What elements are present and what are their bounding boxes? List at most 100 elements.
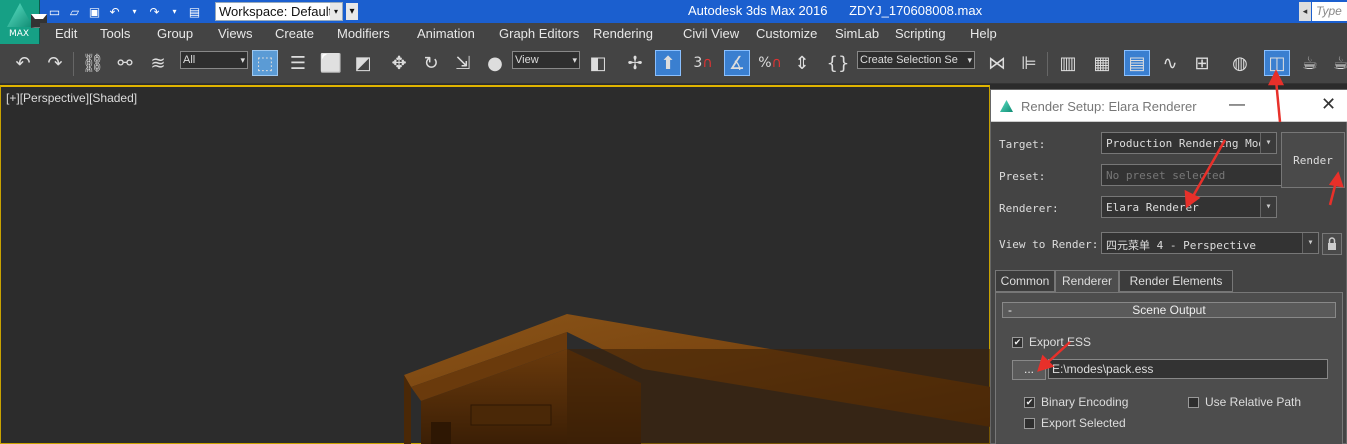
lock-icon <box>1328 237 1336 250</box>
curve-editor-icon[interactable]: ∿ <box>1157 50 1183 76</box>
menu-edit[interactable]: Edit <box>55 26 77 41</box>
info-center-arrow-icon[interactable]: ◂ <box>1299 2 1311 21</box>
render-production-icon[interactable]: ☕ <box>1328 50 1347 76</box>
rectangular-selection-icon[interactable]: ⬜ <box>318 50 344 76</box>
select-manipulate-icon[interactable]: ✢ <box>622 50 648 76</box>
target-label: Target: <box>999 138 1046 151</box>
browse-button[interactable]: ... <box>1012 360 1046 380</box>
select-and-scale-icon[interactable]: ⇲ <box>450 50 476 76</box>
export-ess-option[interactable]: ✔ Export ESS <box>1012 335 1091 349</box>
use-relative-path-option[interactable]: Use Relative Path <box>1188 395 1301 409</box>
lock-view-button[interactable] <box>1322 233 1342 255</box>
reference-coordinate-dropdown[interactable]: View ▾ <box>512 51 580 69</box>
workspace-label: Workspace: Default <box>219 4 333 19</box>
separator <box>73 52 74 76</box>
tab-render-elements[interactable]: Render Elements <box>1119 270 1233 292</box>
wooden-table-model[interactable] <box>1 87 991 444</box>
layer-explorer-icon[interactable]: ▥ <box>1055 50 1081 76</box>
use-relative-path-label: Use Relative Path <box>1205 395 1302 409</box>
rollout-toggle[interactable]: - <box>1008 303 1012 317</box>
named-selection-dropdown[interactable]: Create Selection Se ▾ <box>857 51 975 69</box>
undo-icon[interactable]: ↶ <box>106 3 123 20</box>
select-object-icon[interactable]: ⬚ <box>252 50 278 76</box>
select-and-rotate-icon[interactable]: ↻ <box>418 50 444 76</box>
menu-help[interactable]: Help <box>970 26 997 41</box>
place-object-icon[interactable]: ● <box>482 50 508 76</box>
rendered-frame-window-icon[interactable]: ☕ <box>1297 50 1323 76</box>
file-name: ZDYJ_170608008.max <box>849 3 983 18</box>
save-icon[interactable]: ▣ <box>86 3 103 20</box>
minimize-icon[interactable]: — <box>1229 96 1245 114</box>
export-selected-option[interactable]: Export Selected <box>1024 416 1126 430</box>
snaps-toggle-icon[interactable]: 3 ∩ <box>690 50 716 76</box>
preset-dropdown[interactable]: No preset selected ▾ <box>1101 164 1301 186</box>
spinner-snap-icon[interactable]: ⇕ <box>789 50 815 76</box>
workspace-dropdown[interactable]: Workspace: Default ▾ <box>215 2 343 21</box>
unlink-selection-icon[interactable]: ⚯ <box>112 50 138 76</box>
render-setup-icon[interactable]: ◫ <box>1264 50 1290 76</box>
new-file-icon[interactable]: ▭ <box>46 3 63 20</box>
named-selection-value: Create Selection Se <box>860 54 958 66</box>
bind-to-space-warp-icon[interactable]: ≋ <box>145 50 171 76</box>
export-path-field[interactable]: E:\modes\pack.ess <box>1048 359 1328 379</box>
menu-civil-view[interactable]: Civil View <box>683 26 739 41</box>
render-button[interactable]: Render <box>1281 132 1345 188</box>
material-editor-icon[interactable]: ◍ <box>1227 50 1253 76</box>
close-icon[interactable]: ✕ <box>1321 94 1336 115</box>
selection-filter-dropdown[interactable]: All ▾ <box>180 51 248 69</box>
binary-encoding-option[interactable]: ✔ Binary Encoding <box>1024 395 1128 409</box>
search-input[interactable]: Type a <box>1312 2 1347 37</box>
chevron-down-icon: ▾ <box>1260 197 1276 217</box>
keyboard-shortcut-override-icon[interactable]: ⬆ <box>655 50 681 76</box>
export-selected-checkbox[interactable] <box>1024 417 1035 429</box>
menu-rendering[interactable]: Rendering <box>593 26 653 41</box>
menu-animation[interactable]: Animation <box>417 26 475 41</box>
menu-scripting[interactable]: Scripting <box>895 26 946 41</box>
menu-group[interactable]: Group <box>157 26 193 41</box>
logo-text: MAX <box>9 29 30 39</box>
menu-tools[interactable]: Tools <box>100 26 130 41</box>
tab-renderer[interactable]: Renderer <box>1055 270 1119 293</box>
schematic-view-icon[interactable]: ⊞ <box>1189 50 1215 76</box>
app-menu-button[interactable]: MAX <box>0 0 47 44</box>
window-title: Autodesk 3ds Max 2016 ZDYJ_170608008.max <box>688 3 1000 18</box>
undo-icon[interactable]: ↶ <box>10 50 36 76</box>
view-to-render-dropdown[interactable]: 四元菜单 4 - Perspective ▾ <box>1101 232 1319 254</box>
customize-qat-icon[interactable]: ▾ <box>346 3 358 20</box>
redo-icon[interactable]: ↷ <box>146 3 163 20</box>
open-folder-icon[interactable]: ▱ <box>66 3 83 20</box>
menu-views[interactable]: Views <box>218 26 252 41</box>
mirror-icon[interactable]: ⋈ <box>984 50 1010 76</box>
scene-explorer-icon[interactable]: ▤ <box>1124 50 1150 76</box>
menu-simlab[interactable]: SimLab <box>835 26 879 41</box>
renderer-dropdown[interactable]: Elara Renderer ▾ <box>1101 196 1277 218</box>
binary-encoding-checkbox[interactable]: ✔ <box>1024 396 1035 408</box>
redo-icon[interactable]: ↷ <box>42 50 68 76</box>
menu-graph-editors[interactable]: Graph Editors <box>499 26 579 41</box>
window-crossing-icon[interactable]: ◩ <box>350 50 376 76</box>
perspective-viewport[interactable]: [+][Perspective][Shaded] <box>0 85 991 444</box>
align-icon[interactable]: ⊫ <box>1016 50 1042 76</box>
app-name: Autodesk 3ds Max 2016 <box>688 3 828 18</box>
menu-customize[interactable]: Customize <box>756 26 817 41</box>
redo-dropdown-icon[interactable]: ▾ <box>166 3 183 20</box>
menu-modifiers[interactable]: Modifiers <box>337 26 390 41</box>
undo-dropdown-icon[interactable]: ▾ <box>126 3 143 20</box>
menu-create[interactable]: Create <box>275 26 314 41</box>
select-by-name-icon[interactable]: ☰ <box>285 50 311 76</box>
tab-common[interactable]: Common <box>995 270 1055 292</box>
scene-output-rollout[interactable]: - Scene Output <box>1002 302 1336 318</box>
pivot-center-icon[interactable]: ◧ <box>585 50 611 76</box>
edit-named-selection-icon[interactable]: {} <box>825 50 851 76</box>
project-folder-icon[interactable]: ▤ <box>186 3 203 20</box>
target-dropdown[interactable]: Production Rendering Mode ▾ <box>1101 132 1277 154</box>
chevron-down-icon: ▾ <box>572 55 577 65</box>
select-and-move-icon[interactable]: ✥ <box>386 50 412 76</box>
percent-snap-icon[interactable]: % ∩ <box>757 50 783 76</box>
use-relative-path-checkbox[interactable] <box>1188 396 1199 408</box>
select-and-link-icon[interactable]: ⛓ <box>80 50 106 76</box>
angle-snap-icon[interactable]: ∡ <box>724 50 750 76</box>
toggle-ribbon-icon[interactable]: ▦ <box>1089 50 1115 76</box>
menu-bar: Edit Tools Group Views Create Modifiers … <box>40 23 1347 44</box>
export-ess-checkbox[interactable]: ✔ <box>1012 336 1023 348</box>
